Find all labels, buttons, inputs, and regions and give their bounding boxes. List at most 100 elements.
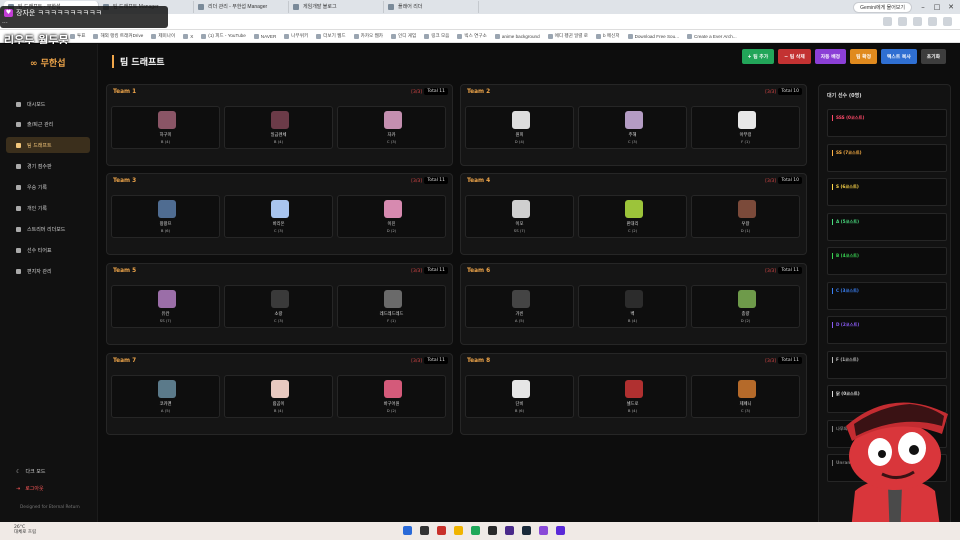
close-icon[interactable]: ✕ bbox=[944, 0, 958, 14]
discord-icon[interactable] bbox=[556, 526, 565, 535]
copy-text-button[interactable]: 텍스트 복사 bbox=[881, 49, 917, 64]
bookmark-item[interactable]: 투표 bbox=[70, 33, 85, 39]
bookmark-item[interactable]: 빅스 연구소 bbox=[457, 33, 487, 39]
bookmark-item[interactable]: 제미나이 bbox=[151, 33, 175, 39]
player-card[interactable]: 팡팡프 B (6) bbox=[111, 195, 220, 238]
player-tier: A (5) bbox=[160, 408, 171, 413]
confirm-team-button[interactable]: 팀 확정 bbox=[850, 49, 877, 64]
sidebar-item[interactable]: 팀 드래프트 bbox=[6, 137, 90, 153]
browser-tab[interactable]: 플래어 리더 bbox=[384, 1, 479, 13]
dark-mode-toggle[interactable]: ☾ 다크 모드 bbox=[16, 468, 45, 476]
bookmark-item[interactable]: X bbox=[183, 33, 193, 39]
menu-icon[interactable] bbox=[943, 17, 952, 26]
sidebar-item[interactable]: 우승 기록 bbox=[6, 179, 90, 195]
browser-tab[interactable]: 게임개발 블로그 bbox=[289, 1, 384, 13]
gemini-button[interactable]: Gemini에게 물어보기 bbox=[853, 2, 912, 13]
player-card[interactable]: 우왕 D (1) bbox=[691, 195, 800, 238]
delete-team-button[interactable]: − 팀 삭제 bbox=[778, 49, 811, 64]
minimize-icon[interactable]: – bbox=[916, 0, 930, 14]
player-card[interactable]: 아무렁 F (1) bbox=[691, 106, 800, 149]
bookmark-item[interactable]: Download Free Sou... bbox=[627, 33, 679, 39]
player-card[interactable]: 유칸 SS (7) bbox=[111, 285, 220, 328]
favicon-icon bbox=[198, 4, 204, 10]
player-card[interactable]: 소랑 C (3) bbox=[224, 285, 333, 328]
bookmark-item[interactable]: anime background bbox=[494, 33, 540, 39]
tier-drop-zone[interactable]: B (4코스트) bbox=[827, 247, 947, 275]
bookmark-item[interactable]: 더보기 웹드 bbox=[316, 33, 346, 39]
player-card[interactable]: 하구미 B (4) bbox=[111, 106, 220, 149]
logout-button[interactable]: ⇥ 로그아웃 bbox=[16, 485, 44, 493]
player-card[interactable]: 판대리 C (2) bbox=[578, 195, 687, 238]
profile-icon[interactable] bbox=[928, 17, 937, 26]
sidebar-item[interactable]: 편지자 관리 bbox=[6, 263, 90, 279]
app-icon[interactable] bbox=[505, 526, 514, 535]
weather-widget[interactable]: 26°C 대체로 흐림 bbox=[14, 525, 36, 535]
tier-drop-zone[interactable]: SS (7코스트) bbox=[827, 143, 947, 172]
bookmark-item[interactable]: 나무위키 bbox=[284, 33, 308, 39]
sidebar-item-label: 편지자 관리 bbox=[27, 268, 52, 275]
sidebar-item[interactable]: 대시보드 bbox=[6, 96, 90, 112]
player-card[interactable]: 일급렌체 B (4) bbox=[224, 106, 333, 149]
player-card[interactable]: 자카 C (3) bbox=[337, 106, 446, 149]
bookmark-item[interactable]: 해외 랭킹 트래커Drive bbox=[93, 33, 143, 39]
search-icon[interactable] bbox=[420, 526, 429, 535]
app-icon[interactable] bbox=[437, 526, 446, 535]
tier-drop-zone[interactable]: A (5코스트) bbox=[827, 212, 947, 241]
player-card[interactable]: 벡B (4) bbox=[578, 285, 687, 328]
avatar bbox=[384, 290, 402, 308]
player-card[interactable]: 이진 D (2) bbox=[337, 195, 446, 238]
app-icon[interactable] bbox=[539, 526, 548, 535]
steam-icon[interactable] bbox=[522, 526, 531, 535]
sidebar-item[interactable]: 출/퇴근 관리 bbox=[6, 116, 90, 132]
browser-tab[interactable]: 리더 관리 - 무한섭 Manager bbox=[194, 1, 289, 13]
bookmark-item[interactable]: (1) 피드 - YouTube bbox=[201, 33, 246, 39]
maximize-icon[interactable]: □ bbox=[930, 0, 944, 14]
player-card[interactable]: 바구어원 D (2) bbox=[337, 375, 446, 418]
player-card[interactable]: 이모 SS (7) bbox=[465, 195, 574, 238]
bookmark-item[interactable]: Create a Ever Arch... bbox=[687, 33, 737, 39]
player-name: 제페니 bbox=[739, 402, 752, 407]
player-card[interactable]: 셀드로 B (4) bbox=[578, 375, 687, 418]
extension-icon[interactable] bbox=[898, 17, 907, 26]
player-card[interactable]: 종량 D (2) bbox=[691, 285, 800, 328]
folder-icon[interactable] bbox=[454, 526, 463, 535]
reset-button[interactable]: 초기화 bbox=[920, 49, 946, 64]
bookmark-label: 투표 bbox=[77, 33, 86, 38]
bookmark-item[interactable]: 카카오 웹카 bbox=[353, 33, 383, 39]
extension-icon[interactable] bbox=[913, 17, 922, 26]
player-tier: D (2) bbox=[386, 408, 397, 413]
auto-assign-button[interactable]: 자동 배정 bbox=[814, 49, 847, 64]
player-card[interactable]: 주해 C (3) bbox=[578, 106, 687, 149]
tier-drop-zone[interactable]: F (1코스트) bbox=[827, 350, 947, 379]
sidebar-item[interactable]: 선수 티어표 bbox=[6, 242, 90, 258]
player-card[interactable]: 단비 B (6) bbox=[465, 375, 574, 418]
tier-drop-zone[interactable]: C (3코스트) bbox=[827, 281, 947, 310]
sidebar-item[interactable]: 스트리머 리더보드 bbox=[6, 221, 90, 237]
bookmark-item[interactable]: 인디 게임 bbox=[391, 33, 416, 39]
bookmark-item[interactable]: 링크 모음 bbox=[424, 33, 449, 39]
bookmark-item[interactable]: NAVER bbox=[253, 33, 276, 39]
player-tier: D (4) bbox=[514, 139, 525, 144]
bookmark-item[interactable]: 에디 펭귄 일렬 로 bbox=[547, 33, 588, 39]
add-team-button[interactable]: + 팀 추가 bbox=[741, 49, 775, 64]
start-icon[interactable] bbox=[403, 526, 412, 535]
sidebar-item[interactable]: 개인 기록 bbox=[6, 200, 90, 216]
player-card[interactable]: 원피 D (4) bbox=[465, 106, 574, 149]
chrome-icon[interactable] bbox=[471, 526, 480, 535]
bookmark-item[interactable]: b 메신저 bbox=[596, 33, 620, 39]
terminal-icon[interactable] bbox=[488, 526, 497, 535]
team-count: [3/3] bbox=[765, 179, 776, 184]
player-name: 유칸 bbox=[161, 312, 170, 317]
star-icon[interactable] bbox=[883, 17, 892, 26]
tier-drop-zone[interactable]: SSS (0코스트) bbox=[827, 109, 947, 137]
player-card[interactable]: 가빈 A (5) bbox=[465, 285, 574, 328]
tier-drop-zone[interactable]: S (6코스트) bbox=[827, 178, 947, 206]
player-card[interactable]: 레드레드레드 F (1) bbox=[337, 285, 446, 328]
player-card[interactable]: 람곰이 B (4) bbox=[224, 375, 333, 418]
tier-label: A (5코스트) bbox=[832, 218, 859, 225]
player-card[interactable]: 바리온 C (3) bbox=[224, 195, 333, 238]
sidebar-item[interactable]: 경기 점수판 bbox=[6, 158, 90, 174]
tier-drop-zone[interactable]: D (2코스트) bbox=[827, 316, 947, 344]
player-card[interactable]: 제페니 C (3) bbox=[691, 375, 800, 418]
player-card[interactable]: 코카맨 A (5) bbox=[111, 375, 220, 418]
